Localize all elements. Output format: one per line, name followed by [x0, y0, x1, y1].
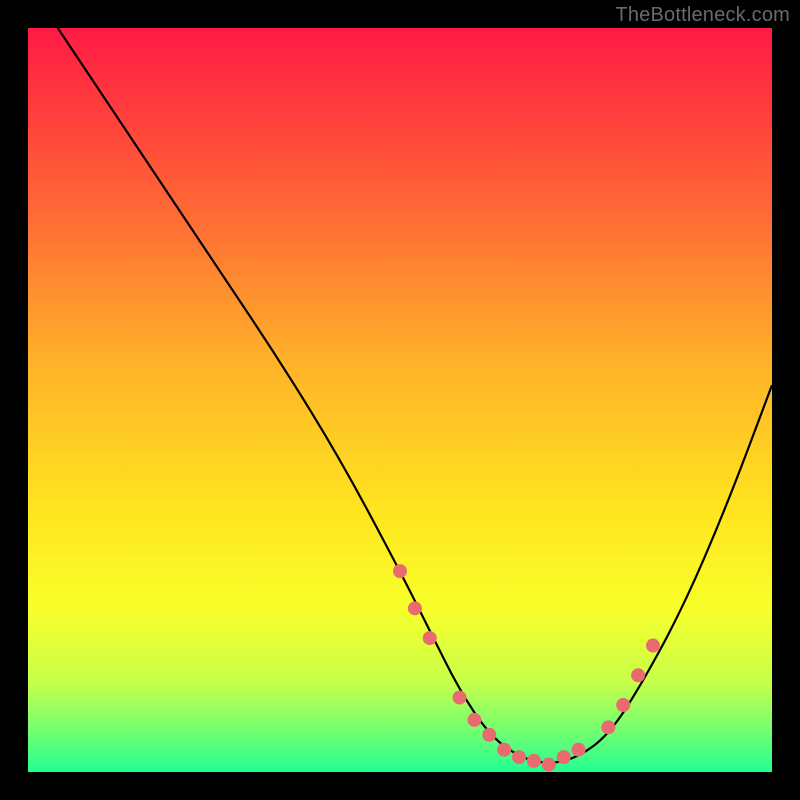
marker-dot: [408, 601, 422, 615]
marker-dot: [616, 698, 630, 712]
marker-dot: [512, 750, 526, 764]
marker-dot: [467, 713, 481, 727]
curve-line: [58, 28, 772, 763]
watermark-text: TheBottleneck.com: [615, 4, 790, 27]
chart-plot-area: [28, 28, 772, 772]
marker-dot: [572, 743, 586, 757]
marker-dot: [393, 564, 407, 578]
marker-dot: [601, 720, 615, 734]
marker-dot: [527, 754, 541, 768]
marker-dot: [497, 743, 511, 757]
marker-dot: [482, 728, 496, 742]
chart-svg: [28, 28, 772, 772]
marker-dot: [557, 750, 571, 764]
marker-dot: [631, 668, 645, 682]
marker-dot: [646, 639, 660, 653]
marker-dot: [423, 631, 437, 645]
marker-dot: [453, 691, 467, 705]
marker-dot: [542, 758, 556, 772]
marker-dots: [393, 564, 660, 771]
